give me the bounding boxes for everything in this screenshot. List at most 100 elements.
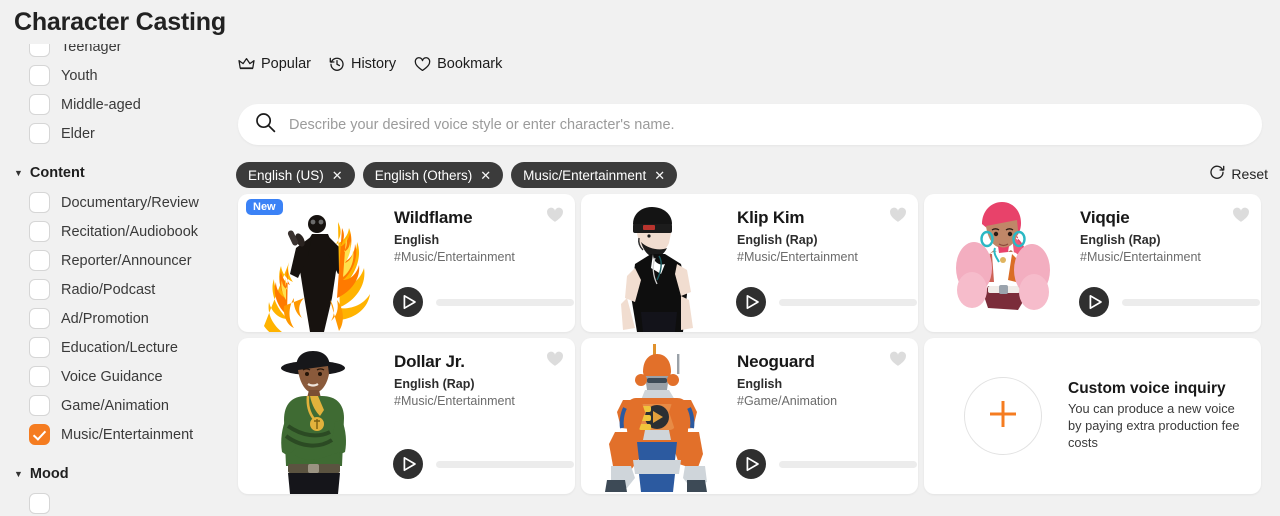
checkbox-documentary-review[interactable] (29, 192, 50, 213)
sidebar-item-education-lecture[interactable]: Education/Lecture (0, 333, 232, 362)
checkbox-radio-podcast[interactable] (29, 279, 50, 300)
sidebar-item-ad-promotion[interactable]: Ad/Promotion (0, 304, 232, 333)
search-bar[interactable] (238, 104, 1262, 145)
favorite-heart-icon[interactable] (889, 207, 907, 228)
voice-thumbnail-klip-kim (581, 194, 731, 332)
voice-thumbnail-neoguard (581, 338, 731, 494)
tab-history[interactable]: History (329, 56, 396, 72)
checkbox-ad-promotion[interactable] (29, 308, 50, 329)
checkbox-game-animation[interactable] (29, 395, 50, 416)
play-button[interactable] (1078, 286, 1110, 318)
custom-voice-inquiry-card[interactable]: Custom voice inquiry You can produce a n… (924, 338, 1261, 494)
play-button[interactable] (735, 448, 767, 480)
favorite-heart-icon[interactable] (546, 351, 564, 372)
checkbox-youth[interactable] (29, 65, 50, 86)
close-icon[interactable]: ✕ (654, 169, 665, 182)
voice-card-body: Viqqie English (Rap) #Music/Entertainmen… (1074, 194, 1261, 332)
voice-language: English (Rap) (737, 233, 818, 247)
progress-track[interactable] (779, 460, 917, 468)
sidebar-item-label: Ad/Promotion (61, 310, 149, 327)
voice-card-body: Wildflame English #Music/Entertainment (388, 194, 575, 332)
progress-track[interactable] (779, 298, 917, 306)
filter-chip-english-us[interactable]: English (US) ✕ (236, 162, 355, 188)
audio-player (392, 286, 574, 318)
tab-popular[interactable]: Popular (238, 56, 311, 72)
voice-language: English (394, 233, 440, 247)
voice-card-neoguard[interactable]: Neoguard English #Game/Animation (581, 338, 918, 494)
voice-tag: #Music/Entertainment (737, 250, 858, 264)
play-button[interactable] (392, 286, 424, 318)
sidebar-item-documentary-review[interactable]: Documentary/Review (0, 188, 232, 217)
filter-chip-english-others[interactable]: English (Others) ✕ (362, 162, 504, 188)
checkbox-voice-guidance[interactable] (29, 366, 50, 387)
sidebar-item-elder[interactable]: Elder (0, 119, 232, 148)
progress-track[interactable] (436, 298, 574, 306)
favorite-heart-icon[interactable] (1232, 207, 1250, 228)
new-badge: New (246, 199, 283, 215)
voice-name: Wildflame (394, 208, 473, 227)
caret-down-icon: ▼ (14, 167, 23, 178)
play-button[interactable] (392, 448, 424, 480)
progress-track[interactable] (436, 460, 574, 468)
chip-label: Music/Entertainment (523, 167, 647, 183)
sidebar-item-teenager[interactable]: Teenager (0, 44, 232, 61)
chip-label: English (US) (248, 167, 324, 183)
main-panel: Popular History Bookmark Describe your d… (232, 0, 1280, 516)
tab-bookmark[interactable]: Bookmark (414, 56, 502, 72)
sidebar-item-reporter-announcer[interactable]: Reporter/Announcer (0, 246, 232, 275)
filter-chip-music-entertainment[interactable]: Music/Entertainment ✕ (511, 162, 678, 188)
checkbox-elder[interactable] (29, 123, 50, 144)
voice-card-dollar-jr[interactable]: Dollar Jr. English (Rap) #Music/Entertai… (238, 338, 575, 494)
checkbox-teenager[interactable] (29, 44, 50, 57)
reset-label: Reset (1231, 165, 1268, 182)
close-icon[interactable]: ✕ (332, 169, 343, 182)
voice-card-grid: New Wildflame English #Music/Entertainme… (238, 194, 1268, 494)
checkbox-reporter-announcer[interactable] (29, 250, 50, 271)
voice-name: Klip Kim (737, 208, 805, 227)
checkbox-mood-first[interactable] (29, 493, 50, 514)
voice-thumbnail-dollar-jr (238, 338, 388, 494)
checkbox-music-entertainment[interactable] (29, 424, 50, 445)
add-voice-button[interactable] (964, 377, 1042, 455)
audio-player (735, 286, 917, 318)
sidebar-item-label: Documentary/Review (61, 194, 199, 211)
voice-card-klip-kim[interactable]: Klip Kim English (Rap) #Music/Entertainm… (581, 194, 918, 332)
sidebar-group-mood[interactable]: ▼ Mood (0, 459, 232, 489)
close-icon[interactable]: ✕ (480, 169, 491, 182)
reset-icon (1209, 164, 1225, 183)
sidebar-item-mood-partial[interactable] (0, 489, 232, 516)
checkbox-recitation-audiobook[interactable] (29, 221, 50, 242)
sidebar-item-music-entertainment[interactable]: Music/Entertainment (0, 420, 232, 449)
sidebar-item-label: Recitation/Audiobook (61, 223, 199, 240)
audio-player (392, 448, 574, 480)
sidebar-group-label: Content (29, 165, 85, 181)
voice-card-wildflame[interactable]: New Wildflame English #Music/Entertainme… (238, 194, 575, 332)
voice-card-body: Dollar Jr. English (Rap) #Music/Entertai… (388, 338, 575, 494)
heart-outline-icon (414, 56, 431, 72)
sidebar-item-radio-podcast[interactable]: Radio/Podcast (0, 275, 232, 304)
sidebar-item-recitation-audiobook[interactable]: Recitation/Audiobook (0, 217, 232, 246)
voice-tag: #Music/Entertainment (1080, 250, 1201, 264)
voice-card-viqqie[interactable]: Viqqie English (Rap) #Music/Entertainmen… (924, 194, 1261, 332)
progress-track[interactable] (1122, 298, 1260, 306)
sidebar-item-game-animation[interactable]: Game/Animation (0, 391, 232, 420)
sidebar-group-content[interactable]: ▼ Content (0, 158, 232, 188)
sidebar-item-middle-aged[interactable]: Middle-aged (0, 90, 232, 119)
filter-sidebar: Teenager Youth Middle-aged Elder ▼ Conte… (0, 44, 232, 516)
custom-inquiry-title: Custom voice inquiry (1068, 380, 1226, 398)
checkbox-middle-aged[interactable] (29, 94, 50, 115)
search-input[interactable] (289, 116, 1189, 133)
sidebar-item-label: Voice Guidance (61, 368, 163, 385)
favorite-heart-icon[interactable] (546, 207, 564, 228)
reset-button[interactable]: Reset (1209, 164, 1268, 183)
page-title: Character Casting (14, 8, 226, 36)
voice-name: Viqqie (1080, 208, 1130, 227)
sidebar-item-voice-guidance[interactable]: Voice Guidance (0, 362, 232, 391)
voice-card-body: Neoguard English #Game/Animation (731, 338, 918, 494)
sidebar-item-youth[interactable]: Youth (0, 61, 232, 90)
checkbox-education-lecture[interactable] (29, 337, 50, 358)
play-button[interactable] (735, 286, 767, 318)
voice-tag: #Music/Entertainment (394, 394, 515, 408)
custom-inquiry-description: You can produce a new voice by paying ex… (1068, 401, 1240, 450)
favorite-heart-icon[interactable] (889, 351, 907, 372)
